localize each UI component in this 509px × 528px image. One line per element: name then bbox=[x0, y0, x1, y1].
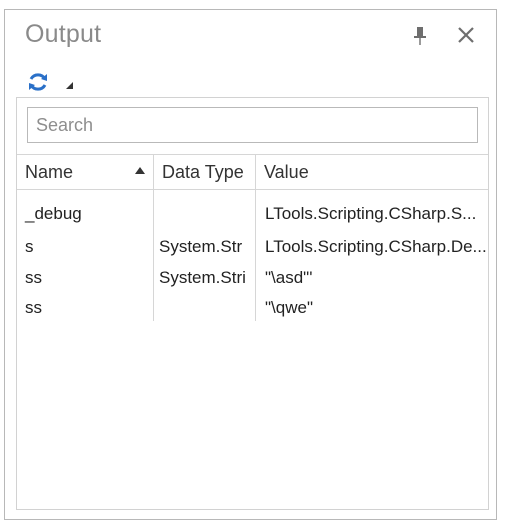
refresh-options-dropdown[interactable] bbox=[65, 78, 79, 92]
triangle-dropdown-icon bbox=[66, 82, 73, 89]
cell-name: ss bbox=[25, 268, 42, 287]
column-header-value-label: Value bbox=[264, 161, 309, 182]
pin-icon bbox=[414, 27, 426, 45]
search-input[interactable] bbox=[27, 107, 478, 143]
column-header-name-label: Name bbox=[25, 161, 74, 182]
cell-type bbox=[153, 198, 255, 229]
sort-ascending-icon bbox=[135, 167, 145, 174]
cell-type bbox=[153, 292, 255, 323]
grid-header: Name Data Type Value bbox=[17, 154, 488, 190]
column-header-data-type[interactable]: Data Type bbox=[153, 155, 255, 189]
close-icon bbox=[458, 27, 474, 43]
cell-name: _debug bbox=[25, 204, 82, 223]
panel-title: Output bbox=[25, 20, 102, 48]
table-row[interactable]: s System.Str LTools.Scripting.CSharp.De.… bbox=[17, 231, 488, 262]
table-row[interactable]: _debug LTools.Scripting.CSharp.S... bbox=[17, 198, 488, 229]
refresh-icon bbox=[29, 73, 47, 91]
refresh-button[interactable] bbox=[25, 69, 51, 95]
column-header-data-type-label: Data Type bbox=[162, 161, 244, 182]
variables-grid-container: Name Data Type Value _debug LTools.Scrip… bbox=[16, 97, 489, 510]
table-row[interactable]: ss "\qwe" bbox=[17, 292, 488, 323]
column-header-value[interactable]: Value bbox=[255, 155, 488, 189]
cell-value: LTools.Scripting.CSharp.S... bbox=[265, 204, 477, 223]
table-row[interactable]: ss System.Stri "\asd"' bbox=[17, 262, 488, 293]
output-panel: Output Name bbox=[4, 9, 497, 520]
cell-value: LTools.Scripting.CSharp.De... bbox=[265, 237, 487, 256]
pin-button[interactable] bbox=[410, 24, 430, 48]
cell-name: ss bbox=[25, 298, 42, 317]
close-button[interactable] bbox=[454, 23, 478, 47]
cell-type: System.Str bbox=[159, 237, 243, 256]
column-header-name[interactable]: Name bbox=[17, 155, 153, 189]
cell-value: "\qwe" bbox=[265, 298, 313, 317]
cell-type: System.Stri bbox=[159, 268, 246, 287]
cell-name: s bbox=[25, 237, 34, 256]
cell-value: "\asd"' bbox=[265, 268, 313, 287]
